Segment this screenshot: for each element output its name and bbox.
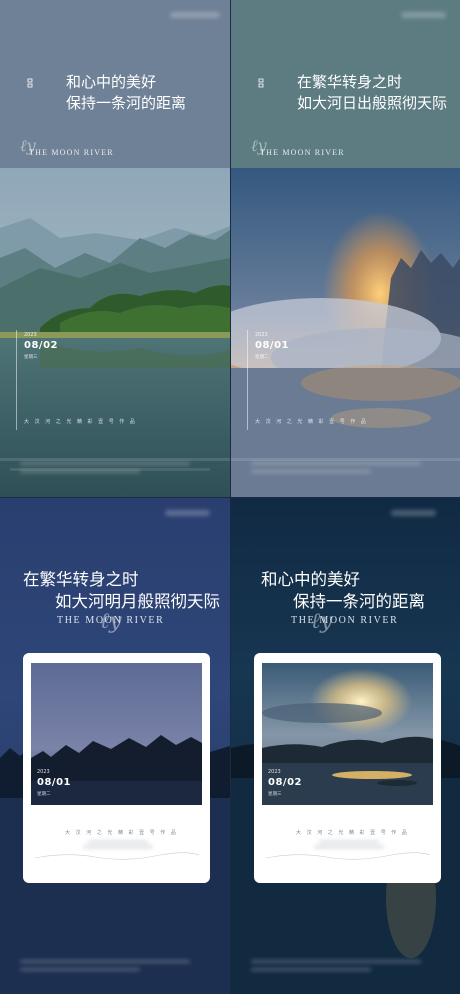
blurred-footer	[20, 462, 190, 465]
poster-heading: 在繁华转身之时 如大河日出般照彻天际	[297, 72, 447, 114]
photo-card: 2023 08/01 星期二 大 汶 河 之 光 精 彩 壹 号 作 品	[23, 653, 210, 883]
tagline: 大 汶 河 之 光 精 彩 壹 号 作 品	[296, 830, 409, 836]
date-year: 2023	[37, 769, 50, 775]
blurred-watermark	[401, 12, 446, 18]
blurred-caption	[314, 846, 384, 848]
brand-name: THE MOON RIVER	[260, 148, 345, 157]
poster-heading: 在繁华转身之时 如大河明月般照彻天际	[23, 569, 220, 613]
date-day: 08/02	[268, 777, 302, 788]
date-day: 08/01	[37, 777, 71, 788]
blurred-footer	[20, 470, 140, 473]
heading-line-1: 在繁华转身之时	[23, 570, 139, 589]
date-weekday: 星期三	[24, 355, 38, 360]
blurred-footer	[251, 462, 421, 465]
card-photo-frame: 2023 08/01 星期二	[31, 663, 202, 805]
date-weekday: 星期二	[255, 355, 269, 360]
date-year: 2023	[255, 332, 268, 338]
blurred-watermark	[391, 510, 436, 516]
wave-decoration	[266, 852, 430, 860]
small-logo-icon	[258, 78, 264, 88]
tagline: 大 汶 河 之 光 精 彩 壹 号 作 品	[24, 419, 137, 425]
blurred-watermark	[170, 12, 220, 18]
tagline: 大 汶 河 之 光 精 彩 壹 号 作 品	[65, 830, 178, 836]
poster-1: 和心中的美好 保持一条河的距离 ℓy THE MOON RIVER , 2023…	[0, 0, 230, 497]
date-weekday: 星期二	[37, 792, 51, 797]
blurred-footer	[20, 968, 140, 971]
blurred-watermark	[165, 510, 210, 516]
blurred-caption	[319, 841, 379, 843]
heading-line-2: 如大河日出般照彻天际	[297, 94, 448, 112]
photo-card: 2023 08/02 星期三 大 汶 河 之 光 精 彩 壹 号 作 品	[254, 653, 441, 883]
blurred-footer	[251, 960, 421, 963]
wave-decoration	[35, 852, 199, 860]
blurred-footer	[251, 968, 371, 971]
poster-heading: 和心中的美好 保持一条河的距离	[261, 569, 425, 613]
poster-heading: 和心中的美好 保持一条河的距离	[66, 72, 186, 114]
date-day: 08/02	[24, 340, 58, 351]
blurred-footer	[251, 470, 371, 473]
card-photo-frame: 2023 08/02 星期三	[262, 663, 433, 805]
date-year: 2023	[24, 332, 37, 338]
poster-grid: 和心中的美好 保持一条河的距离 ℓy THE MOON RIVER , 2023…	[0, 0, 460, 994]
poster-4: 和心中的美好 保持一条河的距离 ℓy THE MOON RIVER 2023 0…	[231, 498, 460, 994]
blurred-caption	[83, 846, 153, 848]
heading-line-1: 和心中的美好	[261, 570, 360, 589]
brand-name: THE MOON RIVER	[57, 615, 165, 626]
heading-line-1: 在繁华转身之时	[297, 73, 403, 91]
heading-line-2: 保持一条河的距离	[66, 94, 187, 112]
divider-line	[247, 330, 248, 430]
tagline: 大 汶 河 之 光 精 彩 壹 号 作 品	[255, 419, 368, 425]
heading-line-1: 和心中的美好	[66, 73, 157, 91]
poster-2: 在繁华转身之时 如大河日出般照彻天际 ℓy THE MOON RIVER , 2…	[231, 0, 460, 497]
heading-line-2: 保持一条河的距离	[293, 592, 425, 611]
blurred-caption	[88, 841, 148, 843]
date-year: 2023	[268, 769, 281, 775]
divider-line	[16, 330, 17, 430]
date-day: 08/01	[255, 340, 289, 351]
date-weekday: 星期三	[268, 792, 282, 797]
blurred-footer	[20, 960, 190, 963]
brand-name: THE MOON RIVER	[291, 615, 399, 626]
brand-name: THE MOON RIVER	[29, 148, 114, 157]
poster-3: 在繁华转身之时 如大河明月般照彻天际 ℓy THE MOON RIVER 202…	[0, 498, 230, 994]
crescent-moon-icon	[129, 688, 135, 700]
small-logo-icon	[27, 78, 33, 88]
